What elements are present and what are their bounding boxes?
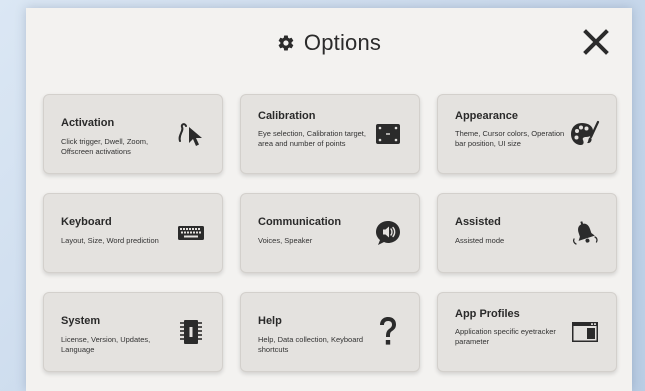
card-title: Assisted	[455, 216, 501, 228]
card-title: Calibration	[258, 110, 316, 122]
card-activation[interactable]: Activation Click trigger, Dwell, Zoom, O…	[43, 94, 223, 174]
card-keyboard[interactable]: Keyboard Layout, Size, Word prediction	[43, 193, 223, 273]
close-button[interactable]	[582, 28, 610, 56]
card-description: Theme, Cursor colors, Operation bar posi…	[455, 129, 565, 148]
bell-ringing-icon	[568, 216, 602, 250]
card-help[interactable]: Help Help, Data collection, Keyboard sho…	[240, 292, 420, 372]
close-icon	[583, 29, 609, 55]
card-description: Application specific eyetracker paramete…	[455, 327, 556, 346]
options-window: Options Activation Click trigger, Dwell,…	[26, 8, 632, 391]
card-system[interactable]: System License, Version, Updates, Langua…	[43, 292, 223, 372]
card-description: License, Version, Updates, Language	[61, 335, 151, 354]
speech-speaker-icon	[371, 216, 405, 250]
card-title: Help	[258, 315, 282, 327]
card-description: Layout, Size, Word prediction	[61, 236, 159, 245]
palette-brush-icon	[568, 117, 602, 151]
card-title: Keyboard	[61, 216, 112, 228]
options-grid: Activation Click trigger, Dwell, Zoom, O…	[43, 94, 617, 372]
card-description: Help, Data collection, Keyboard shortcut…	[258, 335, 364, 354]
keyboard-icon	[174, 216, 208, 250]
card-assisted[interactable]: Assisted Assisted mode	[437, 193, 617, 273]
card-title: App Profiles	[455, 308, 520, 320]
card-title: System	[61, 315, 101, 327]
card-description: Voices, Speaker	[258, 236, 313, 245]
app-window-icon	[568, 315, 602, 349]
card-appearance[interactable]: Appearance Theme, Cursor colors, Operati…	[437, 94, 617, 174]
card-app-profiles[interactable]: App Profiles Application specific eyetra…	[437, 292, 617, 372]
chip-icon	[174, 315, 208, 349]
card-description: Assisted mode	[455, 236, 505, 245]
card-communication[interactable]: Communication Voices, Speaker	[240, 193, 420, 273]
card-description: Click trigger, Dwell, Zoom, Offscreen ac…	[61, 137, 149, 156]
pointer-gesture-icon	[174, 117, 208, 151]
gear-icon	[277, 34, 295, 52]
card-description: Eye selection, Calibration target, area …	[258, 129, 366, 148]
calibration-screen-icon	[371, 117, 405, 151]
card-title: Appearance	[455, 110, 518, 122]
page-title: Options	[26, 30, 632, 56]
card-title: Communication	[258, 216, 342, 228]
question-mark-icon	[371, 315, 405, 349]
card-calibration[interactable]: Calibration Eye selection, Calibration t…	[240, 94, 420, 174]
page-title-text: Options	[303, 30, 382, 55]
options-header: Options	[26, 8, 632, 78]
card-title: Activation	[61, 117, 115, 129]
